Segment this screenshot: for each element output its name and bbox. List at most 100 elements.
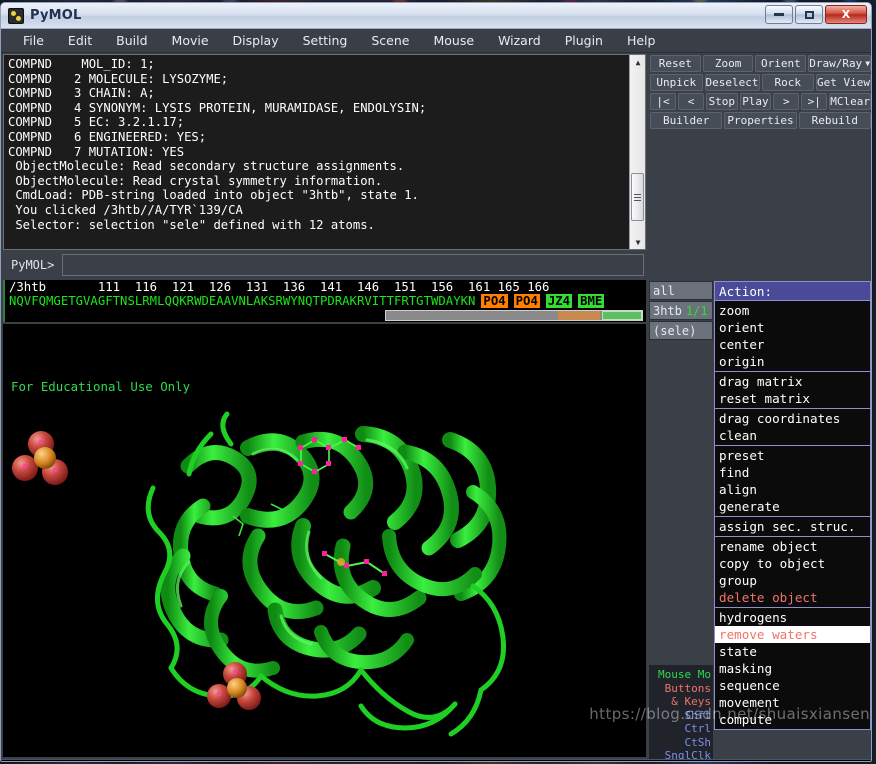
- action-item-compute[interactable]: compute: [715, 711, 870, 728]
- menu-movie[interactable]: Movie: [160, 31, 221, 50]
- menu-build[interactable]: Build: [104, 31, 159, 50]
- get-view-button[interactable]: Get View: [816, 74, 871, 91]
- menu-display[interactable]: Display: [221, 31, 291, 50]
- action-item-movement[interactable]: movement: [715, 694, 870, 711]
- menu-help[interactable]: Help: [615, 31, 668, 50]
- main-body: COMPND MOL_ID: 1; COMPND 2 MOLECULE: LYS…: [1, 53, 871, 761]
- menu-edit[interactable]: Edit: [56, 31, 104, 50]
- scroll-down-icon[interactable]: ▼: [630, 235, 646, 249]
- rock-button[interactable]: Rock: [761, 74, 815, 91]
- action-item-origin[interactable]: origin: [715, 353, 870, 370]
- action-menu-title: Action:: [715, 282, 870, 301]
- action-menu[interactable]: Action: zoom orient center origin drag m…: [714, 281, 871, 730]
- action-item-remove-waters[interactable]: remove waters: [715, 626, 870, 643]
- ligand-jz4[interactable]: JZ4: [545, 294, 573, 308]
- prompt-input[interactable]: [62, 254, 644, 276]
- phosphate-upper: [12, 431, 68, 485]
- minimize-button[interactable]: [765, 5, 793, 24]
- action-group-object: rename object copy to object group delet…: [715, 537, 870, 608]
- right-panel: Reset Zoom Orient Draw/Ray ▼ Unpick Desel…: [648, 53, 871, 761]
- close-button[interactable]: X: [825, 5, 867, 24]
- action-item-center[interactable]: center: [715, 336, 870, 353]
- menu-wizard[interactable]: Wizard: [486, 31, 553, 50]
- unpick-button[interactable]: Unpick: [650, 74, 703, 91]
- mouse-mode-ctrl: Ctrl: [684, 722, 712, 735]
- object-item-all[interactable]: all: [649, 281, 713, 300]
- minimize-icon: [774, 13, 784, 16]
- sequence-scrollbar[interactable]: [385, 310, 643, 321]
- mouse-mode-shift: Shft: [684, 708, 712, 722]
- action-item-delete-object[interactable]: delete object: [715, 589, 870, 606]
- action-group-matrix: drag matrix reset matrix: [715, 372, 870, 409]
- action-item-hydrogens[interactable]: hydrogens: [715, 609, 870, 626]
- action-item-state[interactable]: state: [715, 643, 870, 660]
- molecule-render[interactable]: [3, 396, 646, 757]
- menu-plugin[interactable]: Plugin: [553, 31, 615, 50]
- action-item-drag-coordinates[interactable]: drag coordinates: [715, 410, 870, 427]
- properties-button[interactable]: Properties: [724, 112, 797, 129]
- sequence-residues[interactable]: NQVFQMGETGVAGFTNSLRMLQQKRWDEAAVNLAKSRWYN…: [5, 294, 646, 308]
- button-row-3: |< < Stop Play > >| MClear: [650, 93, 871, 110]
- action-item-copy-to-object[interactable]: copy to object: [715, 555, 870, 572]
- menu-file[interactable]: File: [11, 31, 56, 50]
- control-buttons: Reset Zoom Orient Draw/Ray ▼ Unpick Desel…: [648, 53, 871, 129]
- stop-button[interactable]: Stop: [706, 93, 738, 110]
- sequence-viewer[interactable]: /3htb 111 116 121 126 131 136 141 146 15…: [3, 280, 646, 322]
- action-item-orient[interactable]: orient: [715, 319, 870, 336]
- ligand-po4-2[interactable]: PO4: [513, 294, 540, 308]
- action-item-rename-object[interactable]: rename object: [715, 538, 870, 555]
- draw-ray-button[interactable]: Draw/Ray ▼: [808, 55, 871, 72]
- first-frame-button[interactable]: |<: [650, 93, 676, 110]
- sequence-scroll-row[interactable]: [5, 309, 646, 322]
- action-item-masking[interactable]: masking: [715, 660, 870, 677]
- maximize-button[interactable]: [795, 5, 823, 24]
- command-bar[interactable]: PyMOL>_: [1, 759, 871, 761]
- action-item-clean[interactable]: clean: [715, 427, 870, 444]
- rebuild-button[interactable]: Rebuild: [798, 112, 871, 129]
- object-label-all: all: [653, 283, 675, 298]
- last-frame-button[interactable]: >|: [801, 93, 828, 110]
- reset-button[interactable]: Reset: [650, 55, 701, 72]
- object-state-3htb: 1/1: [685, 303, 708, 318]
- action-item-drag-matrix[interactable]: drag matrix: [715, 373, 870, 390]
- residue-string[interactable]: NQVFQMGETGVAGFTNSLRMLQQKRWDEAAVNLAKSRWYN…: [9, 294, 475, 308]
- action-item-align[interactable]: align: [715, 481, 870, 498]
- menu-setting[interactable]: Setting: [291, 31, 360, 50]
- button-row-2: Unpick Deselect Rock Get View: [650, 74, 871, 91]
- action-item-group[interactable]: group: [715, 572, 870, 589]
- lysozyme-cartoon-svg: [12, 411, 507, 737]
- mclear-button[interactable]: MClear: [829, 93, 871, 110]
- scrollbar-grip-icon: [634, 193, 641, 201]
- pymol-window: PyMOL X File Edit Build Movie Display Se…: [0, 2, 872, 762]
- object-item-3htb[interactable]: 3htb 1/1: [649, 301, 713, 320]
- action-item-zoom[interactable]: zoom: [715, 302, 870, 319]
- action-item-reset-matrix[interactable]: reset matrix: [715, 390, 870, 407]
- menu-scene[interactable]: Scene: [359, 31, 421, 50]
- action-group-misc: hydrogens remove waters state masking se…: [715, 608, 870, 729]
- builder-button[interactable]: Builder: [650, 112, 723, 129]
- prev-frame-button[interactable]: <: [678, 93, 704, 110]
- ligand-po4-1[interactable]: PO4: [481, 294, 508, 308]
- action-item-assign-sec-struc[interactable]: assign sec. struc.: [715, 518, 870, 535]
- action-item-generate[interactable]: generate: [715, 498, 870, 515]
- object-list: all 3htb 1/1 (sele): [649, 281, 713, 661]
- menu-mouse[interactable]: Mouse: [422, 31, 487, 50]
- title-bar: PyMOL X: [1, 3, 871, 29]
- action-item-find[interactable]: find: [715, 464, 870, 481]
- next-frame-button[interactable]: >: [773, 93, 800, 110]
- console-log-text: COMPND MOL_ID: 1; COMPND 2 MOLECULE: LYS…: [8, 57, 427, 232]
- scrollbar-thumb[interactable]: [631, 173, 644, 221]
- scroll-marker-orange: [558, 311, 600, 320]
- action-item-preset[interactable]: preset: [715, 447, 870, 464]
- molecular-viewport[interactable]: For Educational Use Only: [3, 324, 646, 757]
- action-item-sequence[interactable]: sequence: [715, 677, 870, 694]
- orient-button[interactable]: Orient: [755, 55, 807, 72]
- play-button[interactable]: Play: [739, 93, 772, 110]
- console-scrollbar[interactable]: ▲ ▼: [629, 55, 645, 249]
- deselect-button[interactable]: Deselect: [704, 74, 760, 91]
- ligand-bme[interactable]: BME: [578, 294, 605, 308]
- scroll-up-icon[interactable]: ▲: [630, 55, 646, 69]
- object-item-sele[interactable]: (sele): [649, 321, 713, 340]
- pymol-icon: [8, 7, 24, 24]
- zoom-button[interactable]: Zoom: [702, 55, 754, 72]
